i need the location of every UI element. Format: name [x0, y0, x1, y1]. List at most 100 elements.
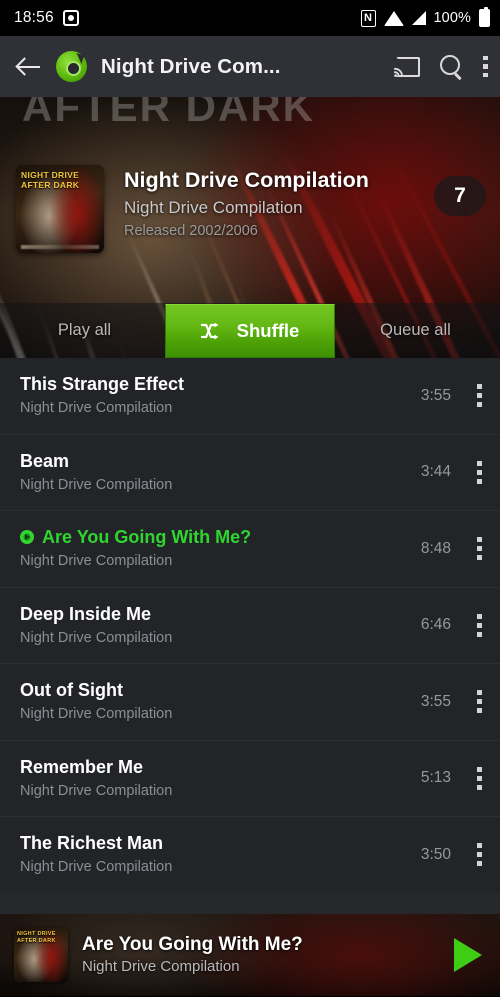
- overflow-dot: [477, 469, 482, 475]
- track-title: Out of Sight: [20, 679, 421, 701]
- track-duration: 8:48: [420, 539, 451, 557]
- status-time: 18:56: [14, 9, 54, 26]
- overflow-dot: [483, 72, 488, 78]
- track-artist: Night Drive Compilation: [20, 476, 173, 493]
- track-main: Are You Going With Me? Night Drive Compil…: [20, 526, 421, 571]
- shuffle-icon: [200, 322, 219, 339]
- track-duration: 3:55: [420, 386, 451, 404]
- mini-art-line1: NIGHT DRIVE: [17, 931, 56, 937]
- album-info-row: NIGHT DRIVE AFTER DARK Night Drive Compi…: [16, 165, 484, 253]
- app-logo-icon: [56, 51, 87, 82]
- mini-player-metadata: Are You Going With Me? Night Drive Compi…: [82, 933, 440, 977]
- battery-percent-label: 100%: [433, 10, 471, 26]
- track-artist: Night Drive Compilation: [20, 629, 173, 646]
- track-title-text: Out of Sight: [20, 680, 123, 701]
- track-title: Remember Me: [20, 756, 421, 778]
- track-row[interactable]: Remember Me Night Drive Compilation 5:13: [0, 741, 500, 817]
- track-row[interactable]: Out of Sight Night Drive Compilation 3:55: [0, 664, 500, 741]
- nfc-icon: N: [360, 9, 376, 27]
- album-metadata: Night Drive Compilation Night Drive Comp…: [124, 165, 484, 242]
- album-art-line1: NIGHT DRIVE: [21, 170, 80, 180]
- overflow-dot: [477, 861, 482, 867]
- track-row[interactable]: This Strange Effect Night Drive Compilati…: [0, 358, 500, 435]
- mini-player-row: NIGHT DRIVE AFTER DARK Are You Going Wit…: [0, 914, 500, 996]
- album-header: AFTER DARK NIGHT DRIVE AFTER DARK Night …: [0, 97, 500, 358]
- play-button-icon[interactable]: [454, 938, 482, 972]
- track-title: Beam: [20, 450, 421, 472]
- mini-player-title: Are You Going With Me?: [82, 934, 303, 955]
- now-playing-icon: [20, 530, 34, 545]
- overflow-dot: [477, 393, 482, 399]
- album-art-footer-strip: [21, 245, 99, 249]
- track-title-text: Deep Inside Me: [20, 603, 152, 624]
- album-action-bar: Play all Shuffle Queue all: [0, 303, 500, 358]
- track-overflow-icon[interactable]: [477, 460, 482, 484]
- cast-icon[interactable]: [394, 56, 420, 77]
- overflow-dot: [477, 478, 482, 484]
- mini-player-album-art[interactable]: NIGHT DRIVE AFTER DARK: [14, 928, 68, 982]
- track-list: This Strange Effect Night Drive Compilati…: [0, 358, 500, 894]
- album-art-title: NIGHT DRIVE AFTER DARK: [21, 170, 79, 190]
- cast-arc-glyph: [394, 67, 403, 77]
- overflow-dot: [477, 546, 482, 552]
- track-row[interactable]: Beam Night Drive Compilation 3:44: [0, 435, 500, 511]
- wifi-icon: [383, 10, 404, 26]
- app-bar-actions: [394, 55, 488, 78]
- status-bar-left: 18:56: [14, 9, 79, 27]
- album-art-thumbnail[interactable]: NIGHT DRIVE AFTER DARK: [16, 165, 104, 253]
- overflow-dot: [477, 784, 482, 790]
- track-artist: Night Drive Compilation: [20, 553, 173, 570]
- track-row[interactable]: Are You Going With Me? Night Drive Compil…: [0, 511, 500, 588]
- track-overflow-icon[interactable]: [477, 690, 482, 714]
- overflow-dot: [477, 766, 482, 772]
- cellular-signal-icon: [411, 11, 426, 25]
- overflow-dot: [477, 460, 482, 466]
- track-main: Out of Sight Night Drive Compilation: [20, 679, 421, 724]
- mini-player[interactable]: NIGHT DRIVE AFTER DARK Are You Going Wit…: [0, 914, 500, 996]
- track-overflow-icon[interactable]: [477, 766, 482, 790]
- track-overflow-icon[interactable]: [477, 613, 482, 637]
- track-main: Deep Inside Me Night Drive Compilation: [20, 603, 421, 648]
- track-duration: 3:55: [420, 692, 451, 710]
- track-artist: Night Drive Compilation: [20, 400, 173, 417]
- track-title-text: This Strange Effect: [20, 374, 185, 395]
- overflow-dot: [477, 852, 482, 858]
- track-title: This Strange Effect: [20, 373, 421, 395]
- app-bar-title: Night Drive Com...: [101, 54, 281, 78]
- mini-player-art-title: NIGHT DRIVE AFTER DARK: [17, 931, 56, 944]
- overflow-dot: [477, 843, 482, 849]
- track-count-badge: 7: [434, 176, 486, 216]
- overflow-dot: [477, 775, 482, 781]
- album-artist: Night Drive Compilation: [124, 198, 303, 217]
- track-main: Beam Night Drive Compilation: [20, 450, 421, 495]
- shuffle-button[interactable]: Shuffle: [165, 303, 335, 358]
- track-artist: Night Drive Compilation: [20, 782, 173, 799]
- track-title-text: Beam: [20, 450, 70, 471]
- overflow-dot: [477, 631, 482, 637]
- mini-art-line2: AFTER DARK: [17, 937, 56, 944]
- track-title: The Richest Man: [20, 832, 421, 854]
- overflow-dot: [477, 537, 482, 543]
- screen-record-icon: [62, 10, 79, 26]
- track-duration: 3:44: [420, 463, 451, 481]
- track-overflow-icon[interactable]: [477, 843, 482, 867]
- overflow-dot: [477, 690, 482, 696]
- track-artist: Night Drive Compilation: [20, 706, 173, 723]
- queue-all-button[interactable]: Queue all: [331, 321, 500, 340]
- track-duration: 3:50: [420, 845, 451, 863]
- track-title-text: Remember Me: [20, 756, 144, 777]
- shuffle-button-label: Shuffle: [236, 319, 300, 341]
- overflow-dot: [477, 402, 482, 408]
- overflow-menu-icon[interactable]: [483, 55, 488, 78]
- track-main: The Richest Man Night Drive Compilation: [20, 832, 421, 877]
- album-art-line2: AFTER DARK: [21, 180, 80, 190]
- play-all-button[interactable]: Play all: [0, 321, 169, 340]
- search-icon[interactable]: [440, 55, 463, 78]
- track-row[interactable]: The Richest Man Night Drive Compilation 3:…: [0, 817, 500, 894]
- mini-player-artist: Night Drive Compilation: [82, 958, 240, 975]
- track-overflow-icon[interactable]: [477, 537, 482, 561]
- back-arrow-icon[interactable]: [16, 54, 42, 80]
- track-row[interactable]: Deep Inside Me Night Drive Compilation 6:4…: [0, 588, 500, 664]
- track-overflow-icon[interactable]: [477, 384, 482, 408]
- overflow-dot: [483, 55, 488, 61]
